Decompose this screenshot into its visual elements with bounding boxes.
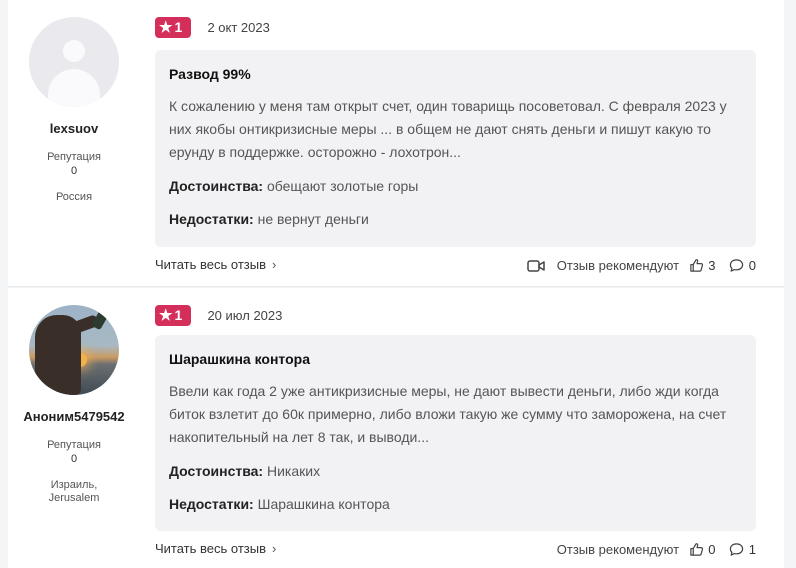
review-date: 2 окт 2023 (207, 20, 270, 35)
rating-badge: ★ 1 (155, 305, 191, 326)
read-more-label: Читать весь отзыв (155, 541, 267, 556)
pros-text: Никаких (267, 463, 321, 479)
cons-text: Шарашкина контора (257, 496, 390, 512)
review-author: Аноним5479542 Репутация 0 Израиль, Jerus… (8, 288, 140, 505)
review-title[interactable]: Шарашкина контора (169, 351, 742, 367)
review-actions: Отзыв рекомендуют 3 0 (527, 257, 756, 273)
review-body: Развод 99% К сожалению у меня там открыт… (155, 50, 756, 247)
avatar-body-shape (48, 69, 100, 107)
read-full-review-link[interactable]: Читать весь отзыв › (155, 257, 276, 272)
cons-label: Недостатки: (169, 496, 254, 512)
like-count: 3 (708, 258, 716, 274)
review-title[interactable]: Развод 99% (169, 66, 742, 82)
username[interactable]: lexsuov (8, 121, 140, 136)
rating-value: 1 (174, 19, 183, 35)
avatar-photo-bottle (91, 309, 109, 331)
rating-row: ★ 1 20 июл 2023 (155, 305, 282, 326)
review-footer: Читать весь отзыв › Отзыв рекомендуют 3 0 (155, 257, 756, 275)
reputation-value: 0 (70, 453, 78, 465)
thumbs-up-icon[interactable] (689, 258, 704, 273)
reputation-label: Репутация (47, 151, 101, 163)
review-footer: Читать весь отзыв › Отзыв рекомендуют 0 1 (155, 541, 756, 559)
user-location: Израиль, Jerusalem (48, 479, 100, 504)
review-cons: Недостатки: Шарашкина контора (169, 496, 742, 512)
review-text: Ввели как года 2 уже антикризисные меры,… (169, 383, 727, 445)
like-count: 0 (708, 542, 716, 558)
reputation-value: 0 (70, 165, 78, 177)
review-pros: Достоинства: Никаких (169, 463, 742, 479)
review-card: lexsuov Репутация 0 Россия ★ 1 2 окт 2023… (8, 0, 784, 287)
pros-label: Достоинства: (169, 463, 264, 479)
comment-count: 0 (748, 258, 756, 274)
reputation-label: Репутация (47, 439, 101, 451)
review-text: К сожалению у меня там открыт счет, один… (169, 98, 727, 160)
comment-icon[interactable] (729, 258, 744, 273)
review-cons: Недостатки: не вернут деньги (169, 211, 742, 227)
star-icon: ★ (159, 19, 173, 36)
user-location: Россия (55, 191, 93, 203)
review-actions: Отзыв рекомендуют 0 1 (557, 541, 756, 557)
pros-text: обещают золотые горы (267, 178, 419, 194)
thumbs-up-icon[interactable] (689, 542, 704, 557)
read-more-label: Читать весь отзыв (155, 257, 267, 272)
username[interactable]: Аноним5479542 (8, 409, 140, 424)
rating-badge: ★ 1 (155, 17, 191, 38)
review-author: lexsuov Репутация 0 Россия (8, 0, 140, 204)
pros-label: Достоинства: (169, 178, 264, 194)
recommend-label: Отзыв рекомендуют (556, 258, 680, 274)
chevron-right-icon: › (272, 541, 277, 556)
review-pros: Достоинства: обещают золотые горы (169, 178, 742, 194)
video-icon (527, 259, 545, 273)
chevron-right-icon: › (272, 257, 277, 272)
rating-value: 1 (174, 307, 183, 323)
read-full-review-link[interactable]: Читать весь отзыв › (155, 541, 276, 556)
rating-row: ★ 1 2 окт 2023 (155, 17, 270, 38)
avatar[interactable] (29, 305, 119, 395)
cons-label: Недостатки: (169, 211, 254, 227)
cons-text: не вернут деньги (257, 211, 369, 227)
star-icon: ★ (159, 307, 173, 324)
review-body: Шарашкина контора Ввели как года 2 уже а… (155, 335, 756, 531)
comment-count: 1 (748, 542, 756, 558)
avatar[interactable] (29, 17, 119, 107)
comment-icon[interactable] (729, 542, 744, 557)
review-card: Аноним5479542 Репутация 0 Израиль, Jerus… (8, 288, 784, 568)
review-date: 20 июл 2023 (207, 308, 283, 323)
avatar-head-shape (63, 40, 85, 62)
recommend-label: Отзыв рекомендуют (556, 542, 680, 558)
